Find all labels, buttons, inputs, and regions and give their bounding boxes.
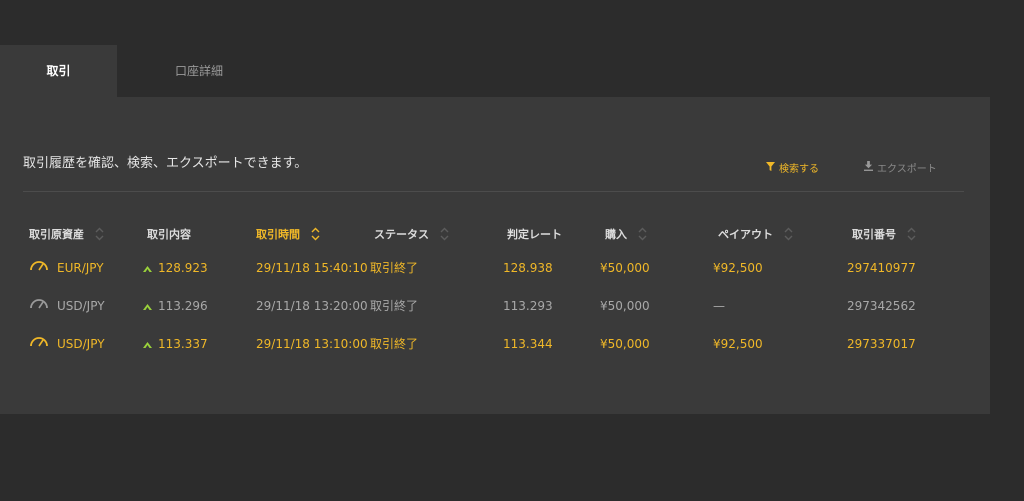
column-header-payout[interactable]: ペイアウト: [718, 226, 793, 242]
up-arrow-icon: [143, 334, 152, 354]
asset-name: USD/JPY: [57, 299, 105, 313]
sort-icon: [638, 227, 647, 241]
table-row[interactable]: EUR/JPY 128.923 29/11/18 15:40:10 取引終了 1…: [0, 258, 990, 278]
purchase-amount: ¥50,000: [600, 337, 650, 351]
panel-description: 取引履歴を確認、検索、エクスポートできます。: [23, 156, 308, 171]
trade-status: 取引終了: [370, 261, 419, 275]
payout-amount: ¥92,500: [713, 337, 763, 351]
trade-time: 29/11/18 13:10:00: [256, 337, 368, 351]
divider: [23, 191, 964, 192]
trade-status: 取引終了: [370, 299, 419, 313]
column-header-purchase[interactable]: 購入: [605, 226, 647, 242]
asset-name: USD/JPY: [57, 337, 105, 351]
judge-rate: 113.344: [503, 337, 553, 351]
sort-icon: [95, 227, 104, 241]
purchase-amount: ¥50,000: [600, 261, 650, 275]
export-button[interactable]: エクスポート: [864, 160, 937, 175]
payout-amount: —: [713, 299, 725, 313]
table-row[interactable]: USD/JPY 113.337 29/11/18 13:10:00 取引終了 1…: [0, 334, 990, 354]
purchase-amount: ¥50,000: [600, 299, 650, 313]
search-button[interactable]: 検索する: [766, 160, 819, 175]
download-icon: [864, 161, 873, 174]
payout-amount: ¥92,500: [713, 261, 763, 275]
trade-time: 29/11/18 13:20:00: [256, 299, 368, 313]
judge-rate: 128.938: [503, 261, 553, 275]
trade-number: 297337017: [847, 337, 916, 351]
column-header-trade-number[interactable]: 取引番号: [852, 226, 916, 242]
entry-rate: 113.337: [158, 337, 208, 351]
judge-rate: 113.293: [503, 299, 553, 313]
sort-icon: [311, 227, 320, 241]
gauge-icon: [29, 334, 49, 354]
gauge-icon: [29, 258, 49, 278]
sort-icon: [440, 227, 449, 241]
column-header-asset[interactable]: 取引原資産: [29, 226, 104, 242]
search-label: 検索する: [779, 164, 819, 175]
sort-icon: [784, 227, 793, 241]
tab-account-details[interactable]: 口座詳細: [117, 45, 281, 97]
tab-trades[interactable]: 取引: [0, 45, 117, 97]
entry-rate: 113.296: [158, 299, 208, 313]
export-label: エクスポート: [877, 164, 937, 175]
up-arrow-icon: [143, 296, 152, 316]
trade-number: 297342562: [847, 299, 916, 313]
trade-status: 取引終了: [370, 337, 419, 351]
trade-history-panel: 取引履歴を確認、検索、エクスポートできます。 検索する エクスポート 取引原資産…: [0, 97, 990, 414]
filter-icon: [766, 161, 775, 174]
column-header-time[interactable]: 取引時間: [256, 226, 320, 242]
gauge-icon: [29, 296, 49, 316]
trade-number: 297410977: [847, 261, 916, 275]
sort-icon: [907, 227, 916, 241]
table-row[interactable]: USD/JPY 113.296 29/11/18 13:20:00 取引終了 1…: [0, 296, 990, 316]
column-header-judge-rate[interactable]: 判定レート: [507, 226, 562, 242]
entry-rate: 128.923: [158, 261, 208, 275]
tab-bar: 取引 口座詳細: [0, 45, 990, 97]
up-arrow-icon: [143, 258, 152, 278]
trade-time: 29/11/18 15:40:10: [256, 261, 368, 275]
asset-name: EUR/JPY: [57, 261, 104, 275]
column-header-status[interactable]: ステータス: [374, 226, 449, 242]
column-header-content[interactable]: 取引内容: [147, 226, 191, 242]
page-footer-area: [0, 414, 1024, 501]
